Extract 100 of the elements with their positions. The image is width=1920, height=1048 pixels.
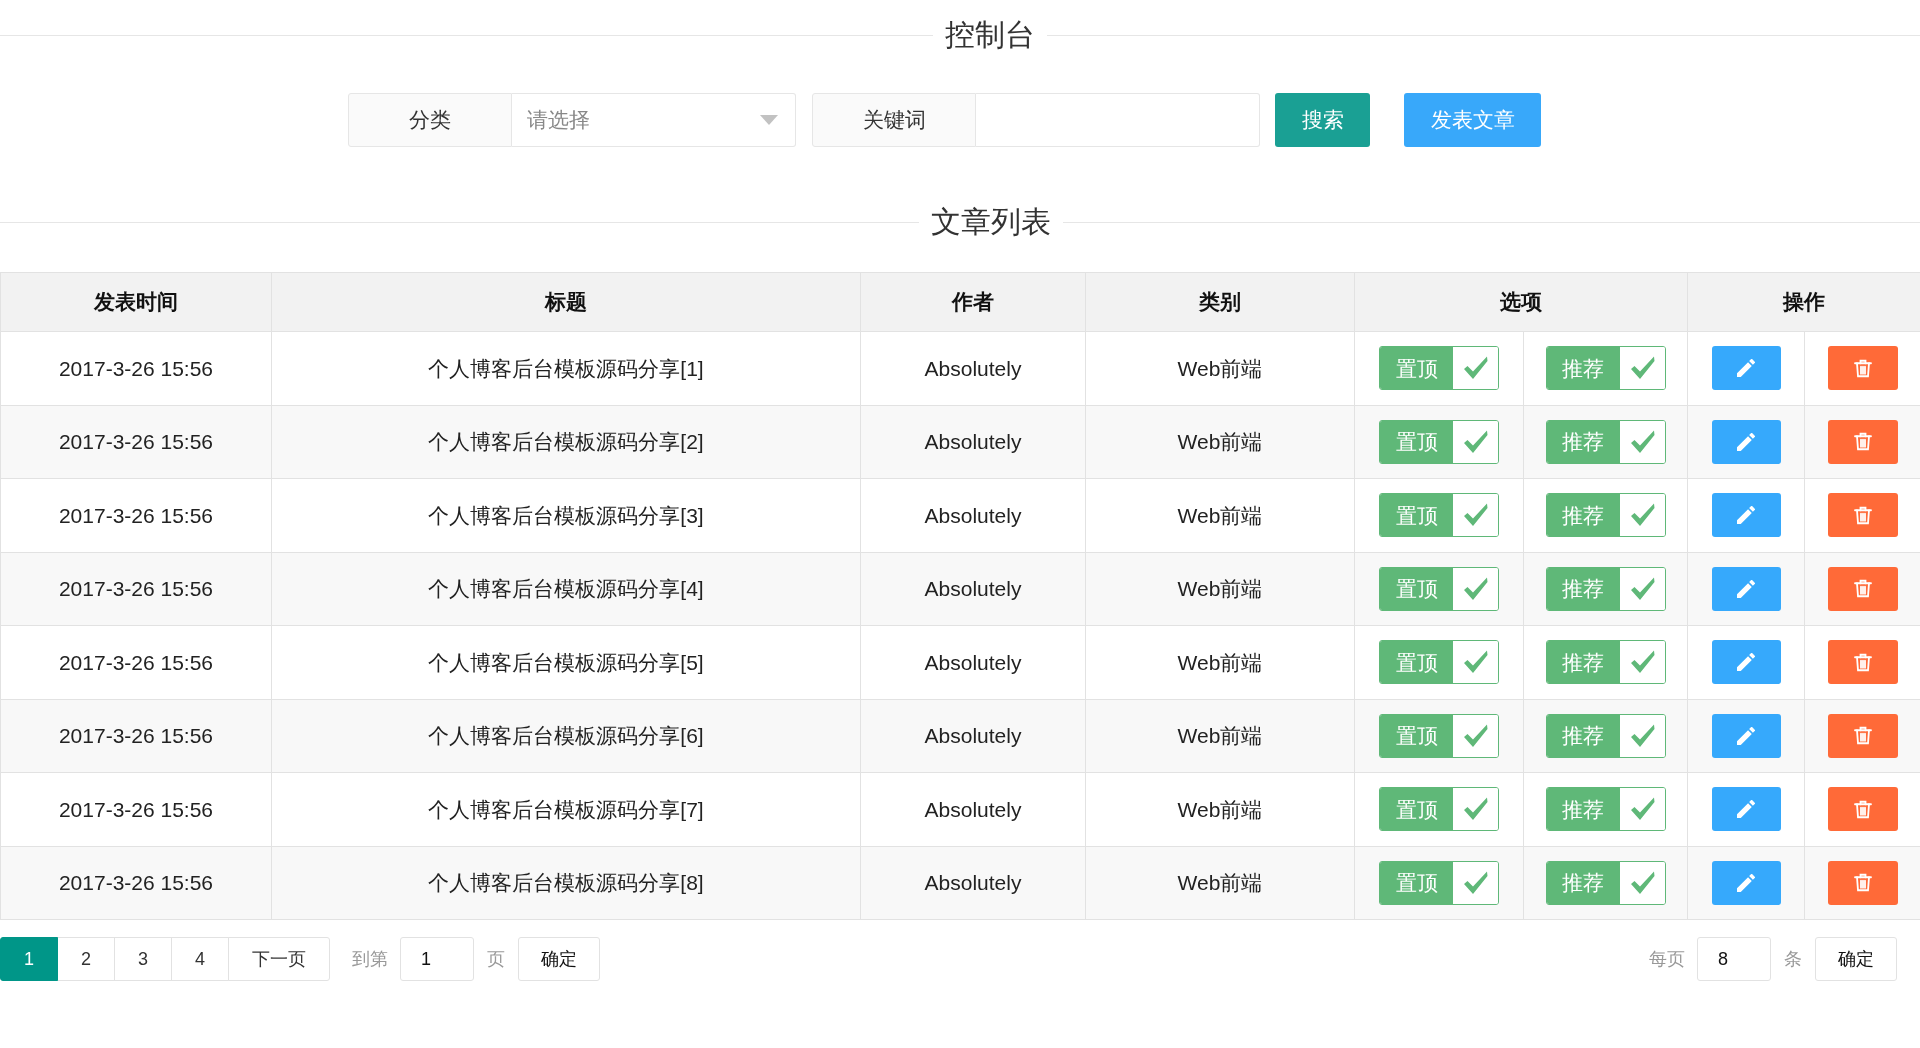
trash-icon — [1853, 505, 1872, 525]
pencil-icon — [1737, 726, 1755, 745]
pencil-icon — [1737, 432, 1755, 451]
option-checkbox[interactable]: 置顶 — [1379, 640, 1499, 685]
option-checkbox[interactable]: 置顶 — [1379, 566, 1499, 611]
category-select[interactable]: 请选择 — [512, 93, 796, 147]
page-button[interactable]: 2 — [57, 937, 116, 981]
search-button[interactable]: 搜索 — [1275, 93, 1370, 147]
check-icon — [1629, 870, 1655, 895]
option-checkbox[interactable]: 置顶 — [1379, 346, 1499, 391]
option-checkbox[interactable]: 置顶 — [1379, 787, 1499, 832]
check-icon — [1463, 870, 1488, 895]
option-checkbox[interactable]: 推荐 — [1545, 860, 1666, 905]
trash-icon — [1853, 358, 1872, 378]
trash-icon — [1853, 432, 1872, 452]
check-icon — [1463, 797, 1488, 822]
check-icon — [1463, 576, 1488, 601]
table-cell: Web前端 — [1085, 331, 1355, 405]
page-button[interactable]: 1 — [0, 937, 58, 981]
check-icon — [1629, 576, 1655, 601]
delete-button[interactable] — [1827, 419, 1898, 464]
option-checkbox[interactable]: 推荐 — [1545, 419, 1666, 464]
table-cell: 个人博客后台模板源码分享[5] — [271, 625, 861, 699]
pagination-label: 页 — [487, 947, 506, 971]
option-checkbox[interactable]: 推荐 — [1545, 566, 1666, 611]
table-cell: Absolutely — [860, 625, 1086, 699]
page-number-input[interactable]: 1 — [400, 937, 475, 981]
table-cell: Web前端 — [1085, 772, 1355, 846]
option-checkbox[interactable]: 置顶 — [1379, 419, 1499, 464]
check-icon — [1629, 797, 1655, 822]
table-cell: Absolutely — [860, 331, 1086, 405]
option-checkbox[interactable]: 推荐 — [1545, 713, 1666, 758]
delete-button[interactable] — [1827, 640, 1898, 685]
table-cell: 2017-3-26 15:56 — [0, 331, 272, 405]
check-icon — [1463, 723, 1488, 748]
delete-button[interactable] — [1827, 493, 1898, 538]
delete-button[interactable] — [1827, 860, 1898, 905]
edit-button[interactable] — [1711, 713, 1781, 758]
pencil-icon — [1737, 579, 1755, 598]
trash-icon — [1853, 873, 1872, 893]
table-cell: Absolutely — [860, 478, 1086, 552]
page-size-input[interactable]: 8 — [1697, 937, 1771, 981]
option-checkbox[interactable]: 置顶 — [1379, 860, 1499, 905]
table-cell: Web前端 — [1085, 625, 1355, 699]
confirm-button[interactable]: 确定 — [1815, 937, 1897, 981]
option-checkbox[interactable]: 推荐 — [1545, 493, 1666, 538]
option-checkbox[interactable]: 置顶 — [1379, 713, 1499, 758]
table-cell: 个人博客后台模板源码分享[4] — [271, 552, 861, 626]
check-icon — [1463, 650, 1488, 675]
edit-button[interactable] — [1711, 346, 1781, 391]
table-cell: 2017-3-26 15:56 — [0, 846, 272, 920]
next-page-button[interactable]: 下一页 — [228, 937, 331, 981]
field-label: 关键词 — [812, 93, 976, 147]
table-cell: Absolutely — [860, 405, 1086, 479]
edit-button[interactable] — [1711, 640, 1781, 685]
check-icon — [1629, 503, 1655, 528]
column-header: 标题 — [271, 272, 861, 332]
page-button[interactable]: 3 — [114, 937, 173, 981]
column-header: 类别 — [1085, 272, 1355, 332]
column-header: 操作 — [1687, 272, 1920, 332]
keyword-input[interactable] — [976, 93, 1260, 147]
section-title: 文章列表 — [930, 207, 1052, 237]
page-button[interactable]: 4 — [171, 937, 230, 981]
edit-button[interactable] — [1711, 566, 1781, 611]
table-cell: Web前端 — [1085, 478, 1355, 552]
check-icon — [1463, 356, 1488, 381]
table-cell: Absolutely — [860, 699, 1086, 773]
table-cell: 2017-3-26 15:56 — [0, 699, 272, 773]
pagination-label: 每页 — [1649, 947, 1685, 971]
delete-button[interactable] — [1827, 787, 1898, 832]
table-cell: 个人博客后台模板源码分享[8] — [271, 846, 861, 920]
table-cell: 2017-3-26 15:56 — [0, 478, 272, 552]
publish-button[interactable]: 发表文章 — [1404, 93, 1541, 147]
pagination-label: 到第 — [352, 947, 389, 971]
edit-button[interactable] — [1711, 419, 1781, 464]
edit-button[interactable] — [1711, 493, 1781, 538]
table-cell: Web前端 — [1085, 699, 1355, 773]
confirm-button[interactable]: 确定 — [518, 937, 601, 981]
trash-icon — [1853, 652, 1872, 672]
option-checkbox[interactable]: 置顶 — [1379, 493, 1499, 538]
table-cell: 个人博客后台模板源码分享[3] — [271, 478, 861, 552]
option-checkbox[interactable]: 推荐 — [1545, 346, 1666, 391]
table-cell: 个人博客后台模板源码分享[7] — [271, 772, 861, 846]
delete-button[interactable] — [1827, 566, 1898, 611]
option-checkbox[interactable]: 推荐 — [1545, 640, 1666, 685]
delete-button[interactable] — [1827, 713, 1898, 758]
edit-button[interactable] — [1711, 787, 1781, 832]
table-cell: Absolutely — [860, 772, 1086, 846]
check-icon — [1629, 650, 1655, 675]
option-checkbox[interactable]: 推荐 — [1545, 787, 1666, 832]
table-cell: 个人博客后台模板源码分享[2] — [271, 405, 861, 479]
table-cell: 2017-3-26 15:56 — [0, 625, 272, 699]
table-cell: Web前端 — [1085, 552, 1355, 626]
section-title: 控制台 — [944, 20, 1036, 50]
trash-icon — [1853, 726, 1872, 746]
delete-button[interactable] — [1827, 346, 1898, 391]
edit-button[interactable] — [1711, 860, 1781, 905]
check-icon — [1629, 356, 1655, 381]
column-header: 选项 — [1354, 272, 1688, 332]
table-cell: 2017-3-26 15:56 — [0, 552, 272, 626]
